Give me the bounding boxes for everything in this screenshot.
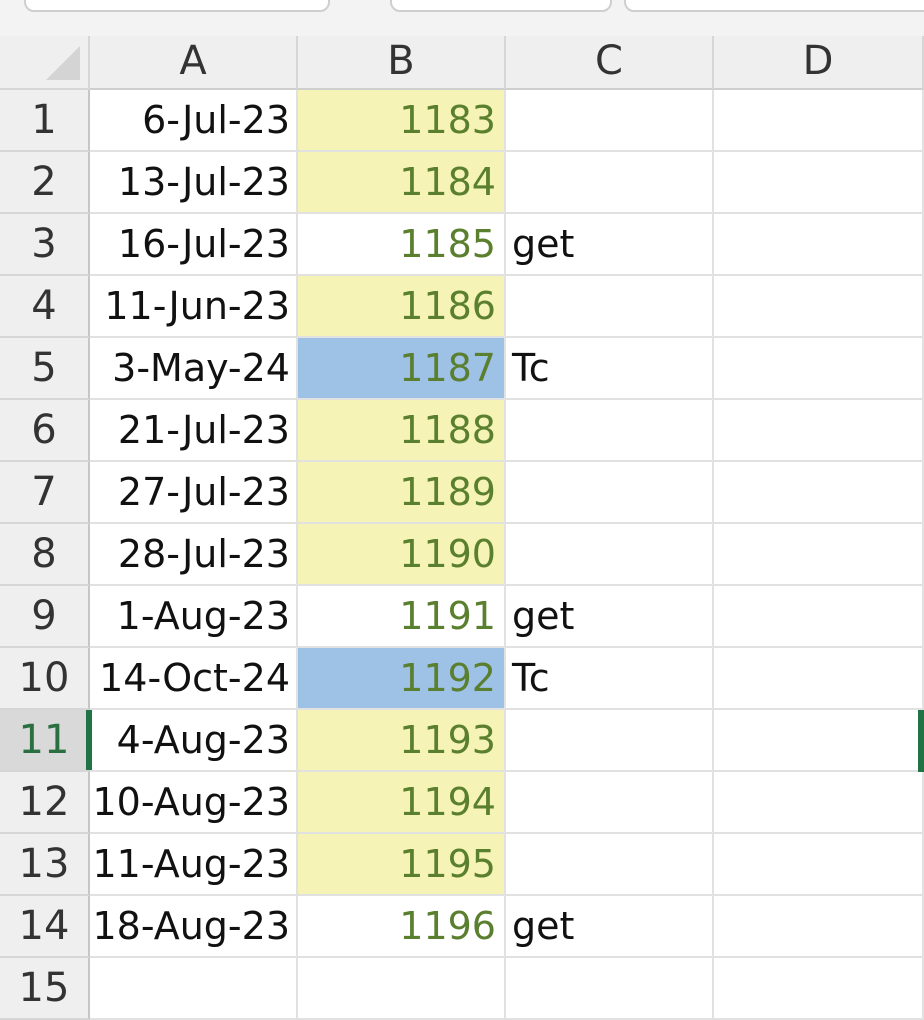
selection-edge-marker: [918, 710, 924, 772]
cell-d11[interactable]: [714, 710, 924, 772]
row-header-11[interactable]: 11: [0, 710, 92, 772]
cell-a13[interactable]: 11-Aug-23: [90, 834, 298, 896]
row-header-15[interactable]: 15: [0, 958, 90, 1020]
cell-d6[interactable]: [714, 400, 924, 462]
spreadsheet-grid: A B C D 1 6-Jul-23 1183 2 13-Jul-23 1184 3 16-Jul-2…: [0, 36, 924, 1020]
cell-a14[interactable]: 18-Aug-23: [90, 896, 298, 958]
cell-d8[interactable]: [714, 524, 924, 586]
cell-a15[interactable]: [90, 958, 298, 1020]
cell-d4[interactable]: [714, 276, 924, 338]
cell-d10[interactable]: [714, 648, 924, 710]
cell-b12[interactable]: 1194: [298, 772, 506, 834]
cell-c2[interactable]: [506, 152, 714, 214]
cell-c10[interactable]: Tc: [506, 648, 714, 710]
row-header-2[interactable]: 2: [0, 152, 90, 214]
cell-a3[interactable]: 16-Jul-23: [90, 214, 298, 276]
cell-d13[interactable]: [714, 834, 924, 896]
cell-b5[interactable]: 1187: [298, 338, 506, 400]
cell-d7[interactable]: [714, 462, 924, 524]
row-header-3[interactable]: 3: [0, 214, 90, 276]
cell-d9[interactable]: [714, 586, 924, 648]
cell-b2[interactable]: 1184: [298, 152, 506, 214]
cell-d12[interactable]: [714, 772, 924, 834]
cell-c1[interactable]: [506, 90, 714, 152]
formula-input[interactable]: [624, 0, 924, 12]
cell-a8[interactable]: 28-Jul-23: [90, 524, 298, 586]
column-header-a[interactable]: A: [90, 36, 298, 90]
column-header-c[interactable]: C: [506, 36, 714, 90]
column-header-d[interactable]: D: [714, 36, 924, 90]
cell-b8[interactable]: 1190: [298, 524, 506, 586]
cell-d3[interactable]: [714, 214, 924, 276]
cell-a5[interactable]: 3-May-24: [90, 338, 298, 400]
cell-c5[interactable]: Tc: [506, 338, 714, 400]
cell-c15[interactable]: [506, 958, 714, 1020]
row-header-9[interactable]: 9: [0, 586, 90, 648]
cell-c7[interactable]: [506, 462, 714, 524]
cell-c6[interactable]: [506, 400, 714, 462]
cell-b10[interactable]: 1192: [298, 648, 506, 710]
cell-c14[interactable]: get: [506, 896, 714, 958]
cell-b9[interactable]: 1191: [298, 586, 506, 648]
cell-a4[interactable]: 11-Jun-23: [90, 276, 298, 338]
cell-c4[interactable]: [506, 276, 714, 338]
row-header-6[interactable]: 6: [0, 400, 90, 462]
cell-b4[interactable]: 1186: [298, 276, 506, 338]
cell-b14[interactable]: 1196: [298, 896, 506, 958]
select-all-button[interactable]: [0, 36, 90, 90]
cell-c12[interactable]: [506, 772, 714, 834]
cell-a11[interactable]: 4-Aug-23: [90, 710, 298, 772]
row-header-1[interactable]: 1: [0, 90, 90, 152]
row-header-5[interactable]: 5: [0, 338, 90, 400]
cell-a9[interactable]: 1-Aug-23: [90, 586, 298, 648]
name-box[interactable]: [24, 0, 330, 12]
row-header-10[interactable]: 10: [0, 648, 90, 710]
cell-d1[interactable]: [714, 90, 924, 152]
formula-controls[interactable]: [390, 0, 612, 12]
cell-d2[interactable]: [714, 152, 924, 214]
row-header-7[interactable]: 7: [0, 462, 90, 524]
row-header-8[interactable]: 8: [0, 524, 90, 586]
cell-a7[interactable]: 27-Jul-23: [90, 462, 298, 524]
row-header-14[interactable]: 14: [0, 896, 90, 958]
cell-a2[interactable]: 13-Jul-23: [90, 152, 298, 214]
cell-d15[interactable]: [714, 958, 924, 1020]
cell-b3[interactable]: 1185: [298, 214, 506, 276]
cell-c3[interactable]: get: [506, 214, 714, 276]
cell-b11[interactable]: 1193: [298, 710, 506, 772]
select-all-triangle-icon: [46, 46, 80, 80]
row-header-12[interactable]: 12: [0, 772, 90, 834]
formula-bar-area: [0, 0, 924, 36]
row-header-13[interactable]: 13: [0, 834, 90, 896]
row-header-4[interactable]: 4: [0, 276, 90, 338]
column-header-b[interactable]: B: [298, 36, 506, 90]
cell-c13[interactable]: [506, 834, 714, 896]
cell-b1[interactable]: 1183: [298, 90, 506, 152]
cell-d14[interactable]: [714, 896, 924, 958]
cell-b15[interactable]: [298, 958, 506, 1020]
cell-b13[interactable]: 1195: [298, 834, 506, 896]
cell-a10[interactable]: 14-Oct-24: [90, 648, 298, 710]
cell-c9[interactable]: get: [506, 586, 714, 648]
cell-c11[interactable]: [506, 710, 714, 772]
cell-a1[interactable]: 6-Jul-23: [90, 90, 298, 152]
cell-d5[interactable]: [714, 338, 924, 400]
cell-a6[interactable]: 21-Jul-23: [90, 400, 298, 462]
cell-b7[interactable]: 1189: [298, 462, 506, 524]
cell-b6[interactable]: 1188: [298, 400, 506, 462]
cell-a12[interactable]: 10-Aug-23: [90, 772, 298, 834]
cell-c8[interactable]: [506, 524, 714, 586]
